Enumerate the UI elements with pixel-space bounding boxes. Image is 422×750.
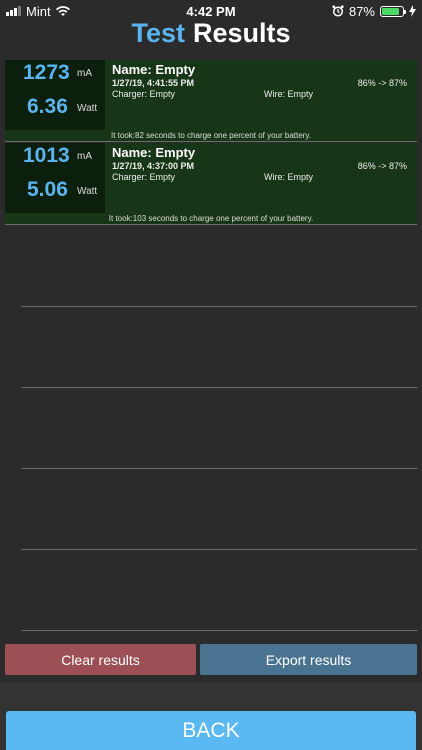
result-date: 1/27/19, 4:37:00 PM xyxy=(112,161,195,171)
current-value: 1273 xyxy=(23,61,70,84)
result-name: Name: Empty xyxy=(112,62,196,77)
empty-row xyxy=(21,550,417,631)
battery-icon xyxy=(380,5,406,17)
power-unit: Watt xyxy=(77,103,98,114)
back-button[interactable]: BACK xyxy=(6,711,416,750)
alarm-icon xyxy=(332,5,344,17)
power-value: 6.36 xyxy=(27,95,68,118)
export-results-button[interactable]: Export results xyxy=(200,644,417,675)
result-card[interactable]: 1273 mA 6.36 Watt Name: Empty 1/27/19, 4… xyxy=(5,60,417,142)
power-value: 5.06 xyxy=(27,178,68,201)
result-charger: Charger: Empty xyxy=(112,89,176,99)
battery-percent: 87% xyxy=(348,3,375,19)
result-wire: Wire: Empty xyxy=(264,172,314,182)
current-unit: mA xyxy=(77,151,92,162)
page-title: Test Results xyxy=(0,18,422,58)
result-summary: It took:82 seconds to charge one percent… xyxy=(111,131,311,140)
result-summary: It took:103 seconds to charge one percen… xyxy=(108,214,314,223)
power-unit: Watt xyxy=(77,186,98,197)
result-metrics: 1273 mA 6.36 Watt xyxy=(5,60,105,130)
signal-icon xyxy=(6,6,21,16)
result-card[interactable]: 1013 mA 5.06 Watt Name: Empty 1/27/19, 4… xyxy=(5,143,417,225)
wifi-icon xyxy=(55,5,70,16)
result-percent-change: 86% -> 87% xyxy=(357,78,407,88)
result-date: 1/27/19, 4:41:55 PM xyxy=(112,78,195,88)
current-value: 1013 xyxy=(23,144,70,167)
empty-row xyxy=(21,226,417,307)
empty-row xyxy=(21,469,417,550)
result-percent-change: 86% -> 87% xyxy=(357,161,407,171)
empty-row xyxy=(21,388,417,469)
clear-results-button[interactable]: Clear results xyxy=(5,644,196,675)
carrier-label: Mint xyxy=(26,3,51,19)
status-left: Mint xyxy=(6,4,70,19)
results-list[interactable]: 1273 mA 6.36 Watt Name: Empty 1/27/19, 4… xyxy=(5,60,417,632)
empty-row xyxy=(21,307,417,388)
current-unit: mA xyxy=(77,68,92,79)
charging-bolt-icon xyxy=(409,5,416,17)
title-test: Test xyxy=(131,18,185,48)
result-name: Name: Empty xyxy=(112,145,196,160)
result-metrics: 1013 mA 5.06 Watt xyxy=(5,143,105,213)
result-charger: Charger: Empty xyxy=(112,172,176,182)
title-results: Results xyxy=(192,18,291,48)
status-right: 87% xyxy=(332,4,416,19)
result-wire: Wire: Empty xyxy=(264,89,314,99)
